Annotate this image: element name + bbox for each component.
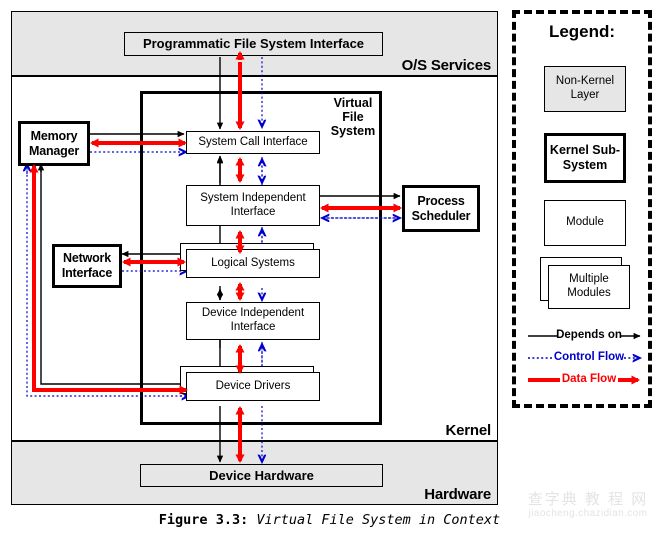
layer-label-kernel: Kernel: [445, 422, 492, 439]
legend-label-control-flow: Control Flow: [553, 351, 625, 363]
node-system-independent-interface[interactable]: System Independent Interface: [186, 185, 320, 226]
figure-canvas: O/S Services Kernel Hardware Virtual Fil…: [0, 0, 659, 539]
node-process-scheduler[interactable]: Process Scheduler: [402, 185, 480, 232]
layer-label-os-services: O/S Services: [401, 57, 492, 74]
node-device-independent-interface[interactable]: Device Independent Interface: [186, 302, 320, 340]
node-system-call-interface[interactable]: System Call Interface: [186, 131, 320, 154]
layer-label-hardware: Hardware: [424, 486, 491, 503]
node-device-drivers[interactable]: Device Drivers: [186, 372, 320, 401]
caption-number: Figure 3.3:: [158, 512, 249, 528]
node-device-hardware[interactable]: Device Hardware: [140, 464, 383, 487]
figure-caption: Figure 3.3: Virtual File System in Conte…: [0, 512, 659, 528]
node-programmatic-file-system-interface[interactable]: Programmatic File System Interface: [124, 32, 383, 56]
virtual-file-system-label: Virtual File System: [330, 96, 376, 138]
node-memory-manager[interactable]: Memory Manager: [18, 121, 90, 166]
legend-label-depends-on: Depends on: [556, 329, 622, 341]
caption-title: Virtual File System in Context: [256, 512, 501, 528]
node-network-interface[interactable]: Network Interface: [52, 244, 122, 288]
watermark-cn-text: 查字典 教 程 网: [527, 491, 649, 508]
legend-panel: Legend: Non-Kernel Layer Kernel Sub- Sys…: [512, 10, 652, 408]
legend-label-data-flow: Data Flow: [561, 373, 617, 385]
node-logical-systems[interactable]: Logical Systems: [186, 249, 320, 278]
